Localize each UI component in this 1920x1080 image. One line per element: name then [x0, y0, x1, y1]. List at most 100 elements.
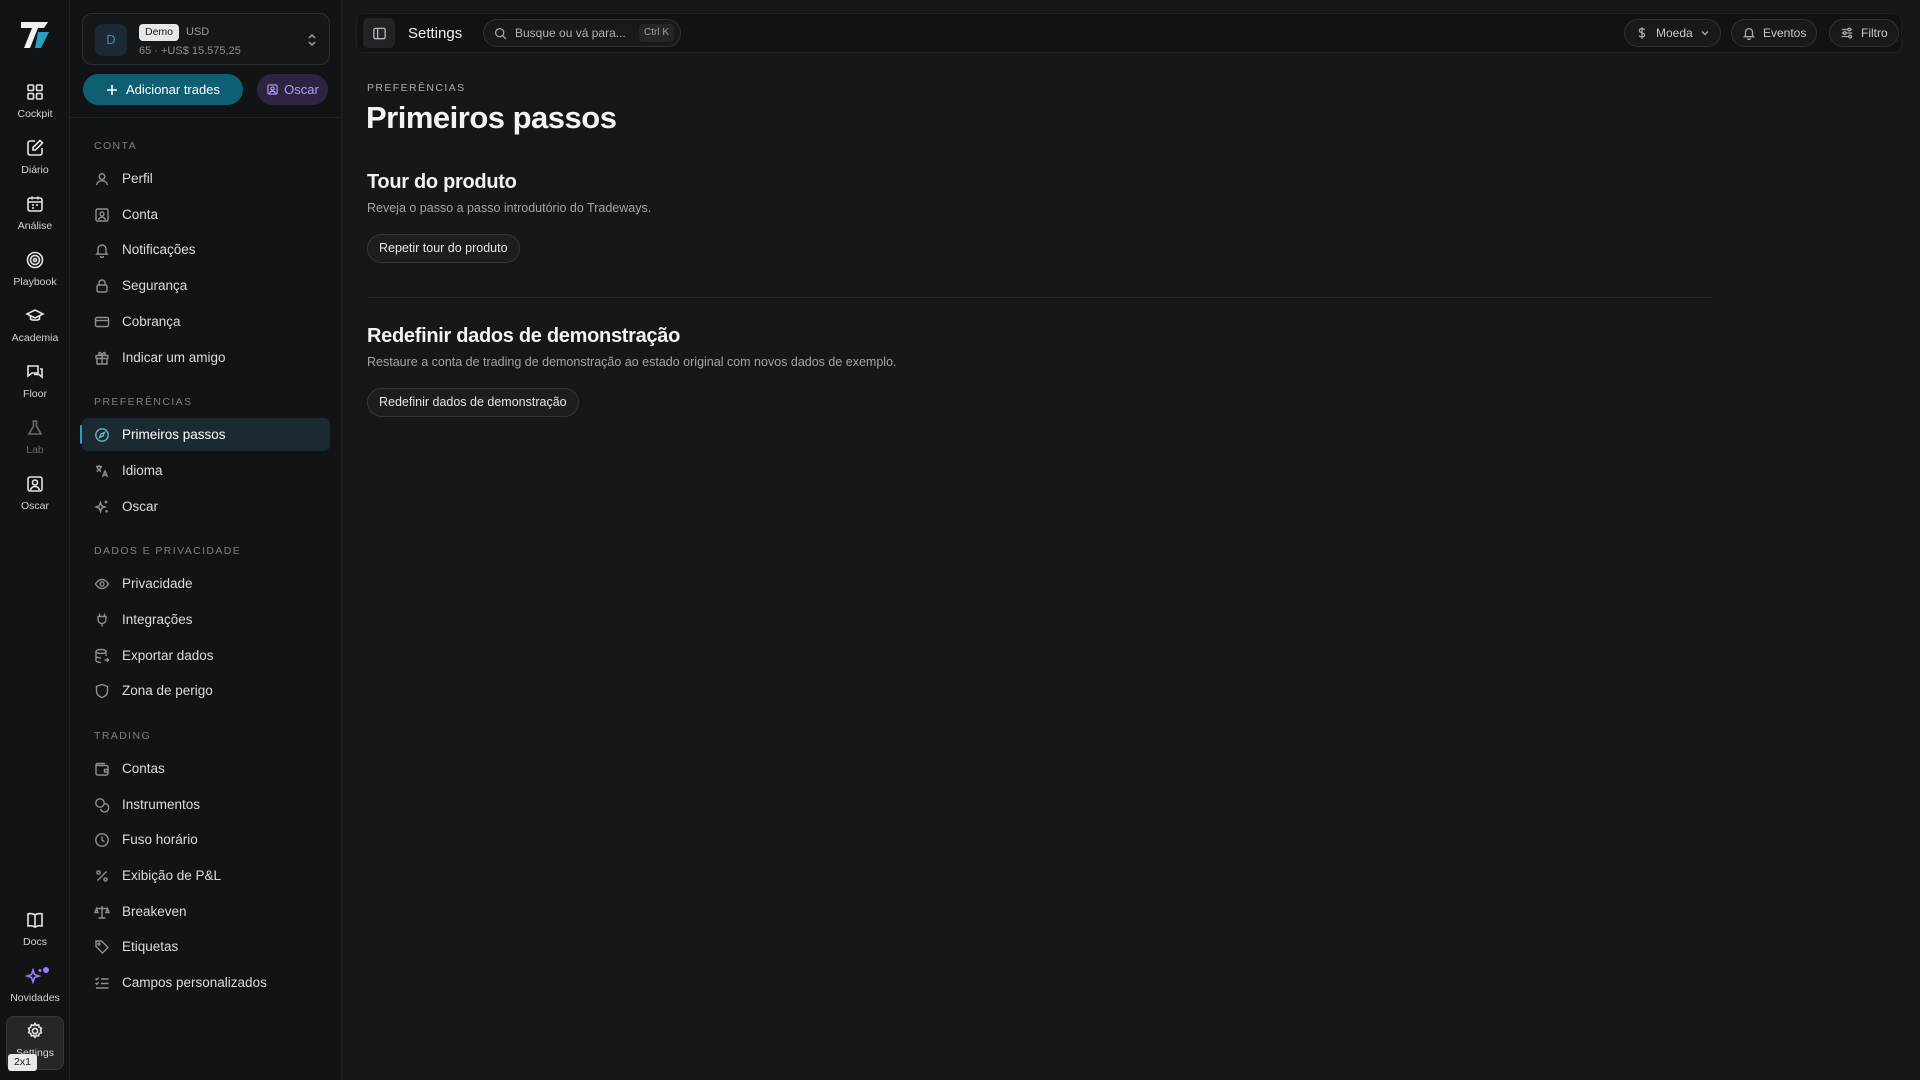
rail-item-cockpit[interactable]: Cockpit [6, 78, 64, 128]
sidebar-item-exibicao-pl[interactable]: Exibição de P&L [82, 859, 330, 892]
tag-icon [95, 939, 109, 954]
rail-item-floor[interactable]: Floor [6, 358, 64, 408]
coins-icon [95, 797, 110, 813]
events-label: Eventos [1763, 26, 1807, 40]
section-title-trading: TRADING [94, 730, 152, 742]
dollar-icon [1638, 27, 1646, 39]
rail-item-oscar[interactable]: Oscar [6, 470, 64, 520]
sidebar-item-zona-perigo[interactable]: Zona de perigo [82, 674, 330, 707]
book-icon [27, 912, 43, 929]
sidebar-item-label: Perfil [122, 171, 153, 186]
rail-label: Playbook [13, 276, 57, 288]
sidebar-item-perfil[interactable]: Perfil [82, 162, 330, 195]
search-icon [494, 27, 507, 39]
rail-label: Novidades [10, 992, 60, 1004]
gear-icon [27, 1022, 43, 1039]
sidebar-item-label: Zona de perigo [122, 683, 213, 698]
sidebar-item-etiquetas[interactable]: Etiquetas [82, 930, 330, 963]
calendar-icon [27, 196, 43, 212]
percent-icon [96, 869, 108, 882]
sidebar-item-label: Notificações [122, 242, 196, 257]
sidebar-item-label: Cobrança [122, 314, 181, 329]
rail-item-lab[interactable]: Lab [6, 414, 64, 464]
sidebar-item-label: Contas [122, 761, 165, 776]
status-badge: 2x1 [8, 1054, 37, 1071]
panel-left-icon [372, 27, 386, 39]
sidebar-item-oscar[interactable]: Oscar [82, 490, 330, 523]
sidebar-item-primeiros-passos[interactable]: Primeiros passos [80, 418, 330, 451]
top-bar: Settings Busque ou vá para... Ctrl K Moe… [356, 13, 1902, 53]
section-divider [367, 297, 1711, 298]
account-summary: 65 · +US$ 15.575,25 [139, 45, 241, 57]
rail-item-docs[interactable]: Docs [6, 906, 64, 956]
sidebar-item-privacidade[interactable]: Privacidade [82, 567, 330, 600]
sidebar-item-label: Campos personalizados [122, 975, 267, 990]
sidebar-item-notificacoes[interactable]: Notificações [82, 233, 330, 266]
rail-item-analise[interactable]: Análise [6, 190, 64, 240]
rail-label: Análise [17, 220, 53, 232]
user-icon [95, 172, 109, 185]
sidebar-item-label: Indicar um amigo [122, 350, 226, 365]
journal-edit-icon [27, 139, 44, 156]
chevron-down-icon [1701, 31, 1709, 36]
sidebar-item-label: Instrumentos [122, 797, 201, 812]
section-eyebrow: PREFERÊNCIAS [367, 82, 466, 94]
sidebar-divider [70, 117, 341, 118]
page-title: Primeiros passos [366, 100, 617, 135]
add-trades-button[interactable]: Adicionar trades [83, 74, 243, 105]
sidebar-toggle-button[interactable] [363, 18, 395, 48]
sidebar-item-exportar-dados[interactable]: Exportar dados [82, 639, 330, 672]
sidebar-item-fuso-horario[interactable]: Fuso horário [82, 823, 330, 856]
repeat-tour-button[interactable]: Repetir tour do produto [367, 234, 520, 263]
database-export-icon [95, 648, 110, 663]
currency-dropdown[interactable]: Moeda [1624, 19, 1721, 47]
rail-label: Oscar [20, 500, 49, 512]
sidebar-item-instrumentos[interactable]: Instrumentos [82, 788, 330, 821]
sidebar-item-idioma[interactable]: Idioma [82, 454, 330, 487]
credit-card-icon [94, 316, 110, 327]
user-square-icon [95, 207, 109, 222]
sidebar-item-campos-personalizados[interactable]: Campos personalizados [82, 966, 330, 999]
rail-item-academia[interactable]: Academia [6, 302, 64, 352]
rail-item-novidades[interactable]: Novidades [6, 962, 64, 1012]
rail-item-playbook[interactable]: Playbook [6, 246, 64, 296]
search-input[interactable]: Busque ou vá para... Ctrl K [483, 19, 681, 47]
sliders-icon [1841, 27, 1853, 39]
sidebar-item-label: Exibição de P&L [122, 868, 222, 883]
sidebar-item-breakeven[interactable]: Breakeven [82, 895, 330, 928]
chat-bubbles-icon [27, 365, 43, 379]
sidebar-item-label: Integrações [122, 612, 193, 627]
settings-sidebar: D Demo USD 65 · +US$ 15.575,25 Adicionar… [70, 0, 342, 1080]
gift-icon [95, 351, 109, 365]
rail-label: Cockpit [17, 108, 53, 120]
sidebar-item-indicar-amigo[interactable]: Indicar um amigo [82, 341, 330, 374]
rail-label: Docs [23, 936, 47, 948]
tour-title: Tour do produto [367, 171, 517, 193]
sidebar-item-cobranca[interactable]: Cobrança [82, 305, 330, 338]
rail-item-diario[interactable]: Diário [6, 134, 64, 184]
rail-label: Academia [11, 332, 59, 344]
oscar-button[interactable]: Oscar [257, 74, 328, 105]
reset-demo-button[interactable]: Redefinir dados de demonstração [367, 388, 579, 417]
eye-icon [94, 578, 110, 589]
search-placeholder: Busque ou vá para... [515, 26, 626, 40]
sidebar-item-integracoes[interactable]: Integrações [82, 603, 330, 636]
sidebar-item-conta[interactable]: Conta [82, 198, 330, 231]
sidebar-item-seguranca[interactable]: Segurança [82, 269, 330, 302]
sidebar-item-contas[interactable]: Contas [82, 752, 330, 785]
bell-icon [95, 243, 109, 258]
scale-icon [94, 905, 110, 919]
compass-icon [95, 427, 109, 442]
list-checks-icon [95, 976, 109, 989]
events-button[interactable]: Eventos [1731, 19, 1818, 47]
filter-label: Filtro [1861, 26, 1888, 40]
account-switcher[interactable]: D Demo USD 65 · +US$ 15.575,25 [82, 13, 330, 65]
tradeways-logo-icon[interactable] [18, 18, 52, 52]
sparkles-icon [25, 967, 42, 985]
sidebar-item-label: Conta [122, 207, 159, 222]
reset-demo-description: Restaure a conta de trading de demonstra… [367, 355, 897, 369]
account-avatar: D [95, 24, 127, 56]
filter-button[interactable]: Filtro [1829, 19, 1899, 47]
sidebar-item-label: Idioma [122, 463, 163, 478]
bell-icon [1742, 27, 1756, 40]
